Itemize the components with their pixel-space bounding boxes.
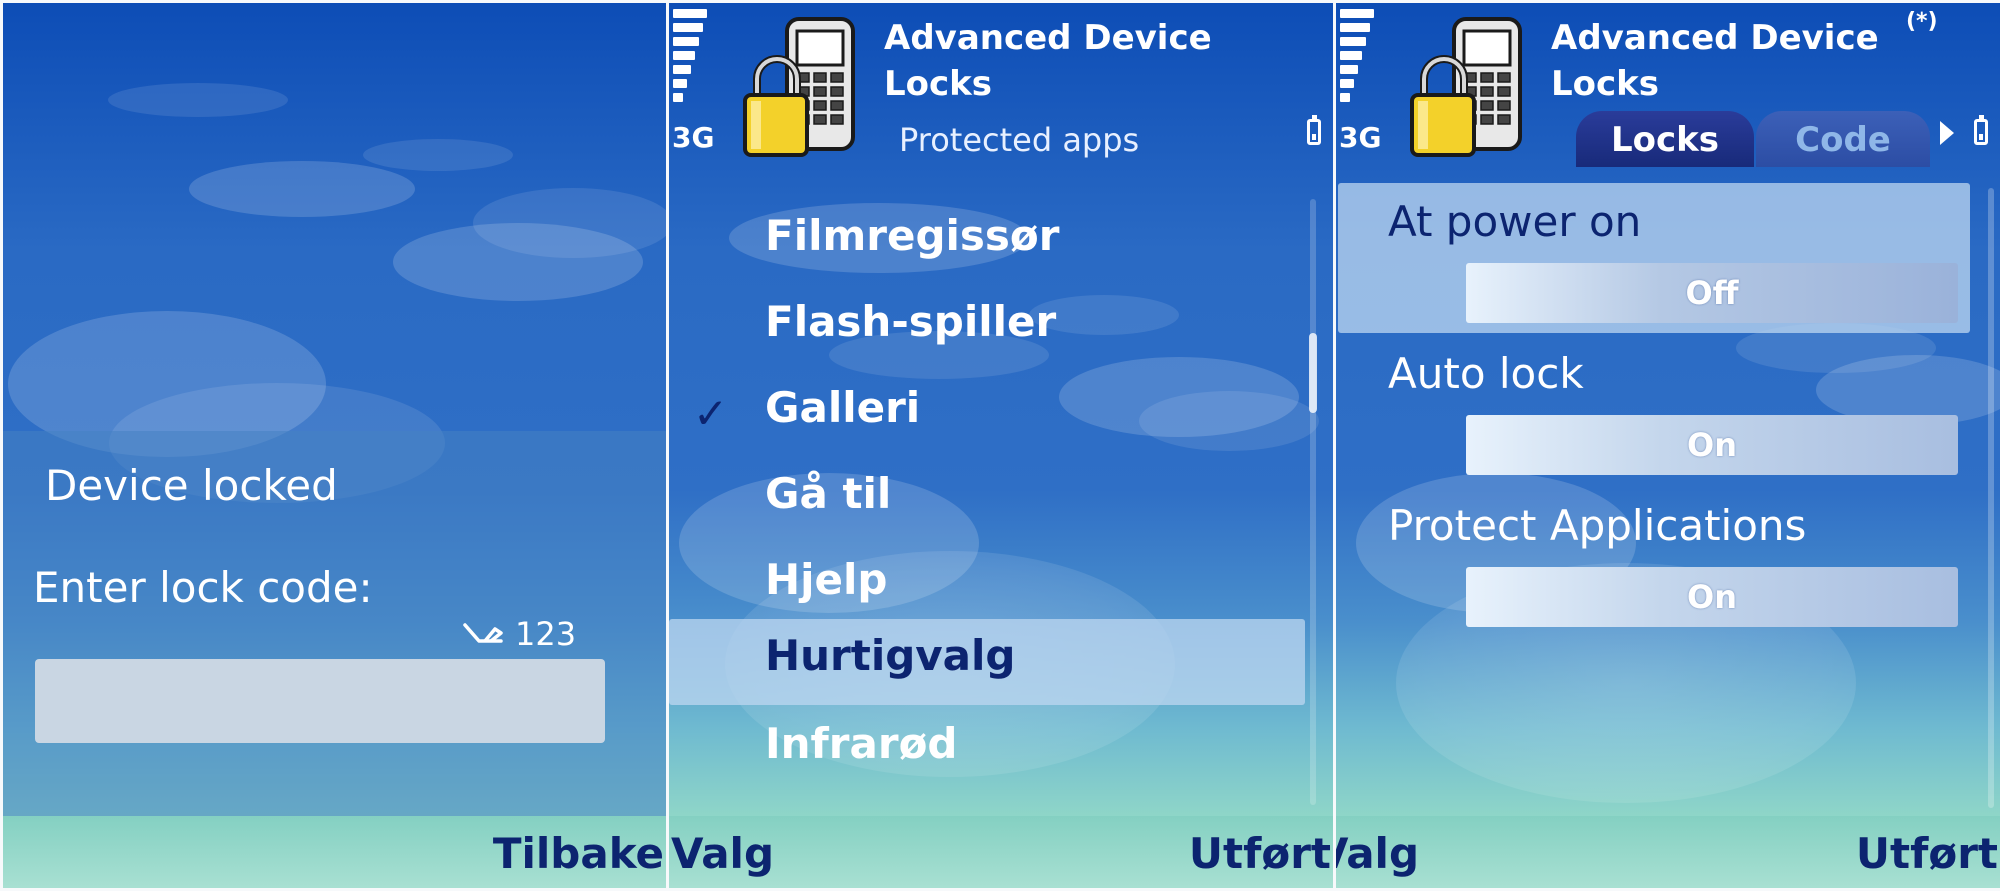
battery-icon — [1974, 115, 1988, 145]
view-subtitle: Protected apps — [899, 121, 1140, 159]
list-item-label: Hjelp — [765, 555, 888, 604]
app-title: Advanced Device Locks — [1551, 18, 1879, 104]
device-locked-title: Device locked — [45, 461, 338, 510]
back-softkey[interactable]: Tilbake — [493, 826, 664, 882]
signal-strength-icon — [1340, 9, 1374, 109]
list-item-ga-til[interactable]: Gå til — [669, 457, 1305, 543]
list-item-hurtigvalg[interactable]: Hurtigvalg — [669, 619, 1305, 705]
list-item-label: Flash-spiller — [765, 297, 1057, 346]
setting-value[interactable]: On — [1466, 415, 1958, 475]
setting-protect-applications[interactable]: Protect Applications On — [1338, 487, 1970, 637]
scrollbar-track[interactable] — [1988, 188, 1994, 808]
options-softkey[interactable]: Valg — [671, 826, 774, 882]
done-softkey[interactable]: Utført — [1856, 826, 1998, 882]
setting-auto-lock[interactable]: Auto lock On — [1338, 335, 1970, 485]
list-item-galleri[interactable]: ✓ Galleri — [669, 371, 1305, 457]
tab-next-arrow-icon[interactable] — [1940, 121, 1954, 145]
list-item-label: Filmregissør — [765, 211, 1060, 260]
list-item-label: Infrarød — [765, 719, 958, 768]
input-mode-indicator: 123 — [461, 615, 576, 653]
setting-label: At power on — [1388, 197, 1642, 246]
done-softkey[interactable]: Utført — [1189, 826, 1331, 882]
network-type-label: 3G — [1339, 121, 1382, 154]
app-title: Advanced Device Locks — [884, 18, 1212, 104]
device-lock-app-icon — [1410, 17, 1522, 157]
setting-label: Protect Applications — [1388, 501, 1807, 550]
lock-code-label: Enter lock code: — [33, 563, 373, 612]
list-item-label: Gå til — [765, 469, 892, 518]
checkmark-icon: ✓ — [693, 389, 729, 438]
protected-apps-panel: 3G Advanced Device Locks Protected apps … — [669, 3, 1333, 888]
settings-panel: 3G Advanced Device Locks (*) Locks Code … — [1336, 3, 2000, 888]
scrollbar-track[interactable] — [1310, 199, 1316, 805]
list-item-label: Hurtigvalg — [765, 631, 1016, 680]
options-softkey[interactable]: Valg — [1336, 826, 1419, 882]
lock-code-input[interactable] — [35, 659, 605, 743]
list-item-filmregissor[interactable]: Filmregissør — [669, 199, 1305, 285]
bluetooth-icon: (*) — [1906, 9, 1938, 34]
list-item-flash-spiller[interactable]: Flash-spiller — [669, 285, 1305, 371]
pen-icon — [463, 623, 503, 643]
setting-at-power-on[interactable]: At power on Off — [1338, 183, 1970, 333]
battery-icon — [1307, 115, 1321, 145]
input-mode-text: 123 — [515, 615, 577, 653]
lock-screen-panel: Device locked Enter lock code: 123 Tilba… — [3, 3, 666, 888]
device-lock-app-icon — [743, 17, 855, 157]
setting-label: Auto lock — [1388, 349, 1584, 398]
scrollbar-thumb[interactable] — [1309, 333, 1317, 413]
setting-value[interactable]: Off — [1466, 263, 1958, 323]
tab-locks[interactable]: Locks — [1576, 111, 1754, 167]
list-item-label: Galleri — [765, 383, 921, 432]
network-type-label: 3G — [672, 121, 715, 154]
list-item-infrarod[interactable]: Infrarød — [669, 707, 1305, 793]
signal-strength-icon — [673, 9, 707, 109]
tab-code[interactable]: Code — [1756, 111, 1930, 167]
list-item-hjelp[interactable]: Hjelp — [669, 543, 1305, 629]
setting-value[interactable]: On — [1466, 567, 1958, 627]
